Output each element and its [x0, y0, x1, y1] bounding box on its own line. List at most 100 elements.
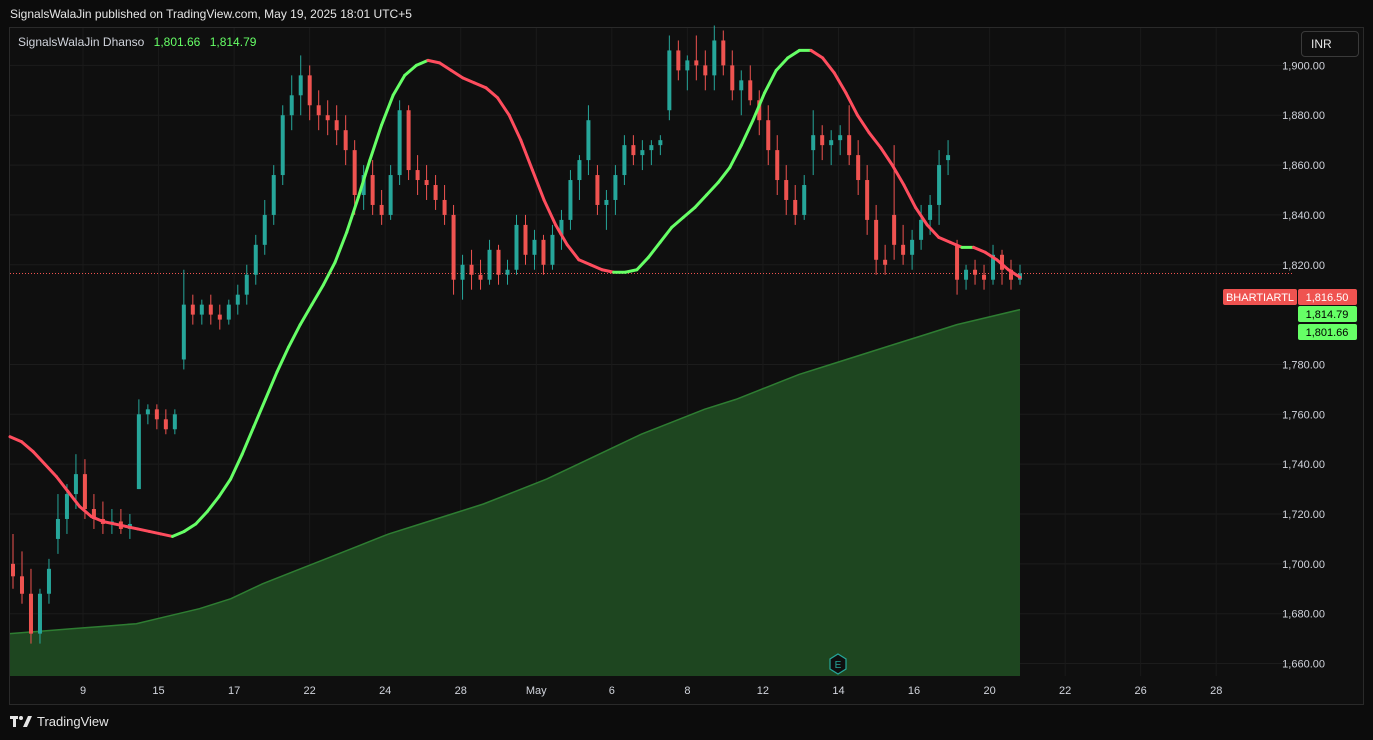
legend-title: SignalsWalaJin Dhanso [18, 35, 145, 49]
candle-body [334, 120, 339, 131]
candle-body [64, 494, 69, 519]
candle-body [325, 115, 330, 121]
candle-body [919, 219, 924, 240]
candle-body [28, 593, 33, 634]
candle-body [280, 115, 285, 176]
candle-body [388, 175, 393, 215]
candle-body [892, 214, 897, 245]
candle-body [262, 214, 267, 245]
candle-body [703, 65, 708, 76]
ma-segment [391, 73, 407, 97]
ma-segment [786, 48, 801, 60]
x-tick-label: 17 [228, 685, 240, 697]
candle-body [811, 135, 816, 151]
x-tick-label: 22 [304, 685, 316, 697]
candle-body [685, 60, 690, 71]
ma-segment [693, 193, 709, 209]
y-tick-label: 1,660.00 [1282, 659, 1325, 671]
candle-body [982, 274, 987, 280]
ma-segment [20, 440, 35, 454]
y-tick-label: 1,680.00 [1282, 609, 1325, 621]
ma-segment [379, 93, 395, 127]
candle-body [163, 419, 168, 430]
y-tick-label: 1,760.00 [1282, 409, 1325, 421]
ma-segment [728, 143, 743, 170]
candle-body [514, 224, 519, 270]
ma-segment [426, 58, 442, 65]
candle-body [640, 150, 645, 156]
candle-body [487, 249, 492, 280]
legend-value-2: 1,814.79 [209, 35, 257, 49]
last-price-tag: 1,816.50 [1306, 292, 1349, 304]
x-tick-label: 20 [983, 685, 995, 697]
candle-body [676, 50, 681, 71]
candle-body [604, 199, 609, 205]
candle-body [946, 155, 951, 161]
ma-segment [983, 250, 999, 262]
candle-body [208, 304, 213, 315]
candle-body [505, 269, 510, 275]
ma-segment [763, 68, 778, 95]
candle-body [154, 409, 159, 420]
y-tick-label: 1,900.00 [1282, 60, 1325, 72]
ma-segment [43, 462, 58, 479]
ma-segment [867, 131, 883, 150]
candle-body [613, 175, 618, 200]
price-tags: BHARTIARTL 1,816.50 1,814.79 1,801.66 [1223, 289, 1357, 340]
candle-body [928, 204, 933, 220]
candle-body [19, 576, 24, 594]
candle-body [748, 80, 753, 101]
candle-body [694, 60, 699, 66]
candle-body [586, 120, 591, 161]
candle-body [883, 259, 888, 265]
candle-body [523, 224, 528, 255]
footer-brand[interactable]: TradingView [10, 714, 109, 729]
ma-segment [705, 181, 720, 197]
currency-button[interactable]: INR [1301, 31, 1359, 57]
x-tick-label: 26 [1135, 685, 1147, 697]
candle-body [82, 474, 87, 510]
ma-segment [879, 146, 894, 167]
candle-body [820, 135, 825, 146]
candle-body [37, 593, 42, 634]
candle-body [829, 140, 834, 146]
candle-body [739, 80, 744, 91]
candle-body [766, 120, 771, 151]
x-tick-label: 9 [80, 685, 86, 697]
candle-body [451, 214, 456, 280]
candle-body [11, 563, 15, 577]
ma-segment [565, 243, 581, 262]
candle-body [73, 474, 78, 495]
ma-segment [287, 323, 302, 349]
ma-segment [461, 76, 476, 85]
price-chart[interactable]: 1,900.00 1,880.00 1,860.00 1,840.00 1,820.00… [0, 0, 1373, 740]
candle-body [550, 234, 555, 265]
candle-body [478, 274, 483, 280]
ma-segment [159, 532, 175, 538]
x-tick-label: 22 [1059, 685, 1071, 697]
ma-segment [171, 529, 186, 538]
earnings-label: E [835, 660, 842, 671]
earnings-marker[interactable]: E [829, 653, 847, 675]
candle-body [964, 269, 969, 280]
ma-segment [252, 397, 267, 429]
x-tick-label: May [526, 685, 547, 697]
ma-segment [136, 527, 151, 533]
ma-segment [670, 215, 685, 229]
y-tick-label: 1,840.00 [1282, 210, 1325, 222]
candle-body [532, 239, 537, 255]
candle-body [379, 204, 384, 215]
time-axis: 9 15 17 22 24 28 May 6 8 12 14 16 20 22 26 28 [80, 685, 1222, 697]
y-tick-label: 1,780.00 [1282, 359, 1325, 371]
ma-segment [403, 63, 418, 77]
ma-segment [542, 198, 558, 227]
ma-segment [147, 529, 163, 536]
y-tick-label: 1,720.00 [1282, 509, 1325, 521]
fill-price-tag: 1,801.66 [1306, 327, 1349, 339]
candle-body [793, 199, 798, 215]
candle-body [316, 105, 321, 116]
candle-body [973, 269, 978, 275]
ma-segment [8, 435, 24, 444]
candle-body [595, 175, 600, 205]
candle-body [352, 150, 357, 195]
